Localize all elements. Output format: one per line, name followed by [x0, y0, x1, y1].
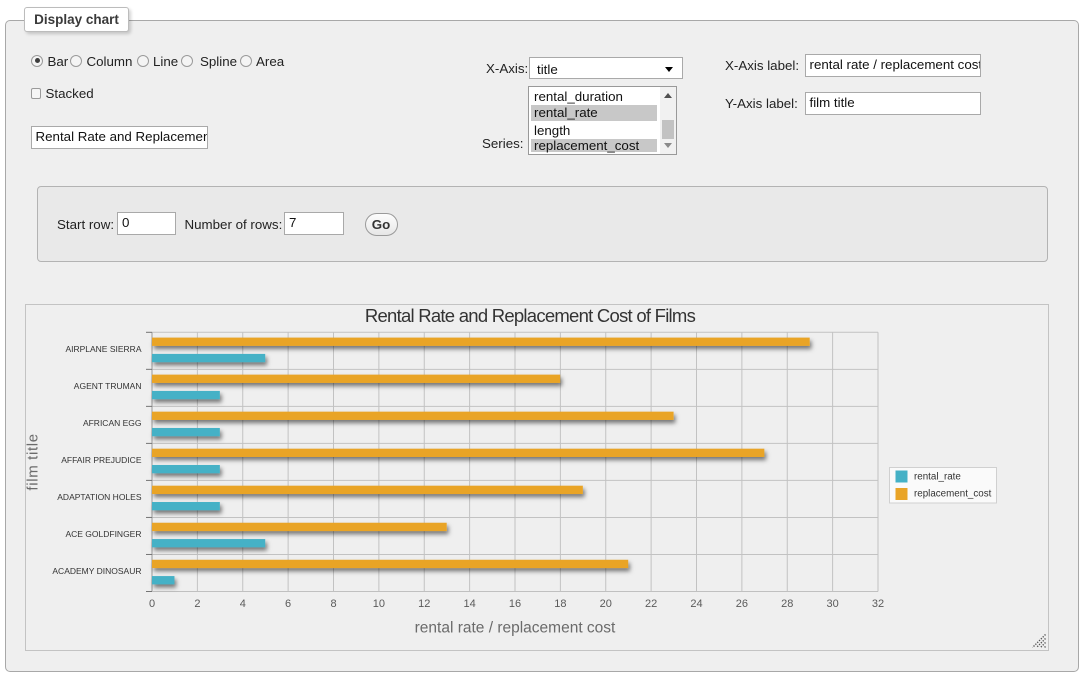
svg-text:28: 28: [781, 598, 793, 610]
svg-text:32: 32: [871, 598, 883, 610]
svg-text:AFRICAN EGG: AFRICAN EGG: [82, 418, 141, 428]
svg-text:30: 30: [826, 598, 838, 610]
svg-text:film title: film title: [26, 433, 42, 490]
svg-text:24: 24: [690, 598, 702, 610]
svg-text:rental_rate: rental_rate: [914, 471, 961, 482]
svg-text:10: 10: [372, 598, 384, 610]
svg-text:ACE GOLDFINGER: ACE GOLDFINGER: [65, 529, 141, 539]
svg-text:8: 8: [330, 598, 336, 610]
svg-text:ADAPTATION HOLES: ADAPTATION HOLES: [57, 492, 142, 502]
svg-text:26: 26: [735, 598, 747, 610]
svg-text:0: 0: [148, 598, 154, 610]
svg-text:Rental Rate and Replacement Co: Rental Rate and Replacement Cost of Film…: [364, 305, 695, 326]
svg-text:replacement_cost: replacement_cost: [914, 489, 992, 500]
svg-text:14: 14: [463, 598, 475, 610]
svg-text:16: 16: [508, 598, 520, 610]
svg-text:22: 22: [644, 598, 656, 610]
svg-text:AGENT TRUMAN: AGENT TRUMAN: [73, 381, 141, 391]
svg-text:18: 18: [554, 598, 566, 610]
svg-text:2: 2: [194, 598, 200, 610]
svg-text:rental rate / replacement cost: rental rate / replacement cost: [414, 620, 615, 637]
svg-text:ACADEMY DINOSAUR: ACADEMY DINOSAUR: [52, 566, 141, 576]
svg-text:12: 12: [418, 598, 430, 610]
svg-text:4: 4: [239, 598, 245, 610]
svg-text:20: 20: [599, 598, 611, 610]
svg-text:AFFAIR PREJUDICE: AFFAIR PREJUDICE: [61, 455, 142, 465]
svg-text:6: 6: [285, 598, 291, 610]
svg-text:AIRPLANE SIERRA: AIRPLANE SIERRA: [65, 344, 141, 354]
